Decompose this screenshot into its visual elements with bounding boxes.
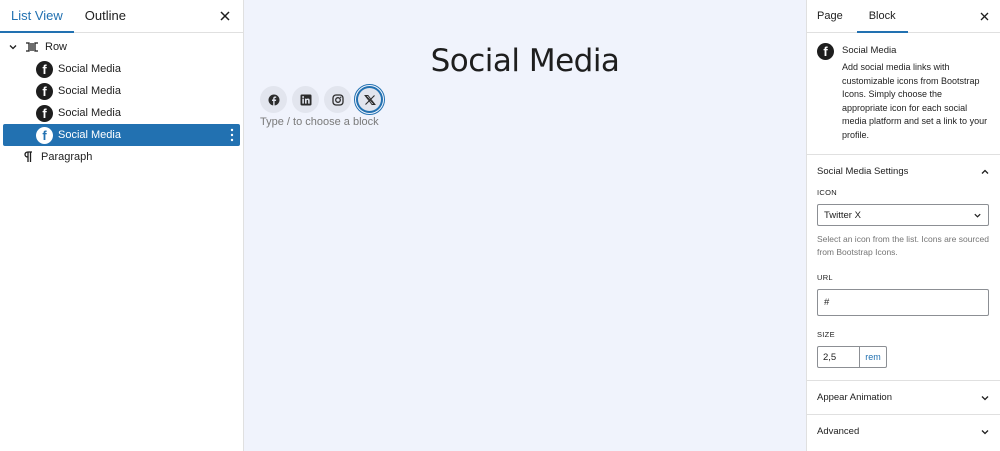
section-title: Appear Animation bbox=[817, 392, 892, 403]
tree-item-label: Social Media bbox=[58, 129, 121, 141]
list-view-tabs: List View Outline bbox=[0, 0, 243, 33]
social-icons-row bbox=[260, 84, 385, 115]
settings-sidebar: Page Block f Social Media Add social med… bbox=[806, 0, 1000, 451]
tree-item-row[interactable]: Row bbox=[3, 36, 240, 58]
tree-item-label: Social Media bbox=[58, 63, 121, 75]
block-placeholder[interactable]: Type / to choose a block bbox=[260, 116, 379, 128]
row-icon bbox=[24, 39, 40, 55]
block-title: Social Media bbox=[842, 45, 897, 56]
facebook-icon: f bbox=[36, 104, 53, 122]
linkedin-icon[interactable] bbox=[292, 86, 319, 113]
chevron-up-icon bbox=[981, 169, 989, 174]
facebook-icon: f bbox=[817, 43, 834, 60]
url-field-label: URL bbox=[817, 273, 833, 282]
paragraph-icon bbox=[20, 149, 36, 165]
close-icon[interactable] bbox=[217, 8, 233, 24]
appear-animation-panel: Appear Animation bbox=[807, 381, 1000, 415]
section-title: Advanced bbox=[817, 426, 860, 437]
icon-select-value: Twitter X bbox=[824, 209, 861, 221]
social-media-settings-panel: Social Media Settings ICON Twitter X Sel… bbox=[807, 155, 1000, 381]
tree-item-label: Row bbox=[45, 41, 68, 53]
block-tree: Row f Social Media f Social Media f Soci… bbox=[0, 33, 243, 168]
twitter-x-icon[interactable] bbox=[354, 84, 385, 115]
block-description: Add social media links with customizable… bbox=[842, 62, 988, 140]
tree-item-label: Paragraph bbox=[41, 151, 93, 163]
appear-animation-toggle[interactable]: Appear Animation bbox=[807, 381, 1000, 414]
tab-outline[interactable]: Outline bbox=[74, 0, 137, 32]
facebook-icon: f bbox=[36, 82, 53, 100]
url-input-value: # bbox=[824, 297, 830, 308]
section-title: Social Media Settings bbox=[817, 166, 909, 177]
icon-field-label: ICON bbox=[817, 188, 837, 197]
tree-item-paragraph[interactable]: Paragraph bbox=[3, 146, 240, 168]
tab-page[interactable]: Page bbox=[807, 0, 853, 32]
tab-list-view[interactable]: List View bbox=[0, 0, 74, 33]
tree-item-label: Social Media bbox=[58, 85, 121, 97]
advanced-panel: Advanced bbox=[807, 415, 1000, 448]
size-unit-select[interactable]: rem bbox=[860, 347, 886, 367]
options-icon[interactable] bbox=[230, 128, 234, 142]
chevron-down-icon bbox=[981, 395, 989, 400]
tree-item-social-media-selected[interactable]: f Social Media bbox=[3, 124, 240, 146]
tab-block[interactable]: Block bbox=[856, 0, 908, 33]
advanced-toggle[interactable]: Advanced bbox=[807, 415, 1000, 448]
page-heading[interactable]: Social Media bbox=[244, 43, 806, 79]
tree-item-label: Social Media bbox=[58, 107, 121, 119]
tree-item-social-media[interactable]: f Social Media bbox=[3, 102, 240, 124]
social-media-settings-toggle[interactable]: Social Media Settings bbox=[807, 155, 1000, 188]
size-control: 2,5 rem bbox=[817, 346, 887, 368]
facebook-icon: f bbox=[36, 126, 53, 144]
list-view-panel: List View Outline Row f Social Media f S… bbox=[0, 0, 244, 451]
tree-item-social-media[interactable]: f Social Media bbox=[3, 58, 240, 80]
icon-select[interactable]: Twitter X bbox=[817, 204, 989, 226]
close-icon[interactable] bbox=[979, 11, 990, 22]
chevron-down-icon bbox=[974, 213, 981, 218]
icon-help-text: Select an icon from the list. Icons are … bbox=[817, 234, 989, 257]
size-field-label: SIZE bbox=[817, 330, 835, 339]
instagram-icon[interactable] bbox=[324, 86, 351, 113]
sidebar-tabs: Page Block bbox=[807, 0, 1000, 33]
editor-canvas[interactable]: Social Media Type / to choose a block bbox=[244, 0, 806, 451]
chevron-down-icon[interactable] bbox=[7, 41, 19, 53]
block-card: f Social Media Add social media links wi… bbox=[807, 33, 1000, 155]
facebook-icon[interactable] bbox=[260, 86, 287, 113]
size-input[interactable]: 2,5 bbox=[818, 347, 860, 367]
facebook-icon: f bbox=[36, 60, 53, 78]
tree-item-social-media[interactable]: f Social Media bbox=[3, 80, 240, 102]
chevron-down-icon bbox=[981, 429, 989, 434]
url-input[interactable]: # bbox=[817, 289, 989, 316]
